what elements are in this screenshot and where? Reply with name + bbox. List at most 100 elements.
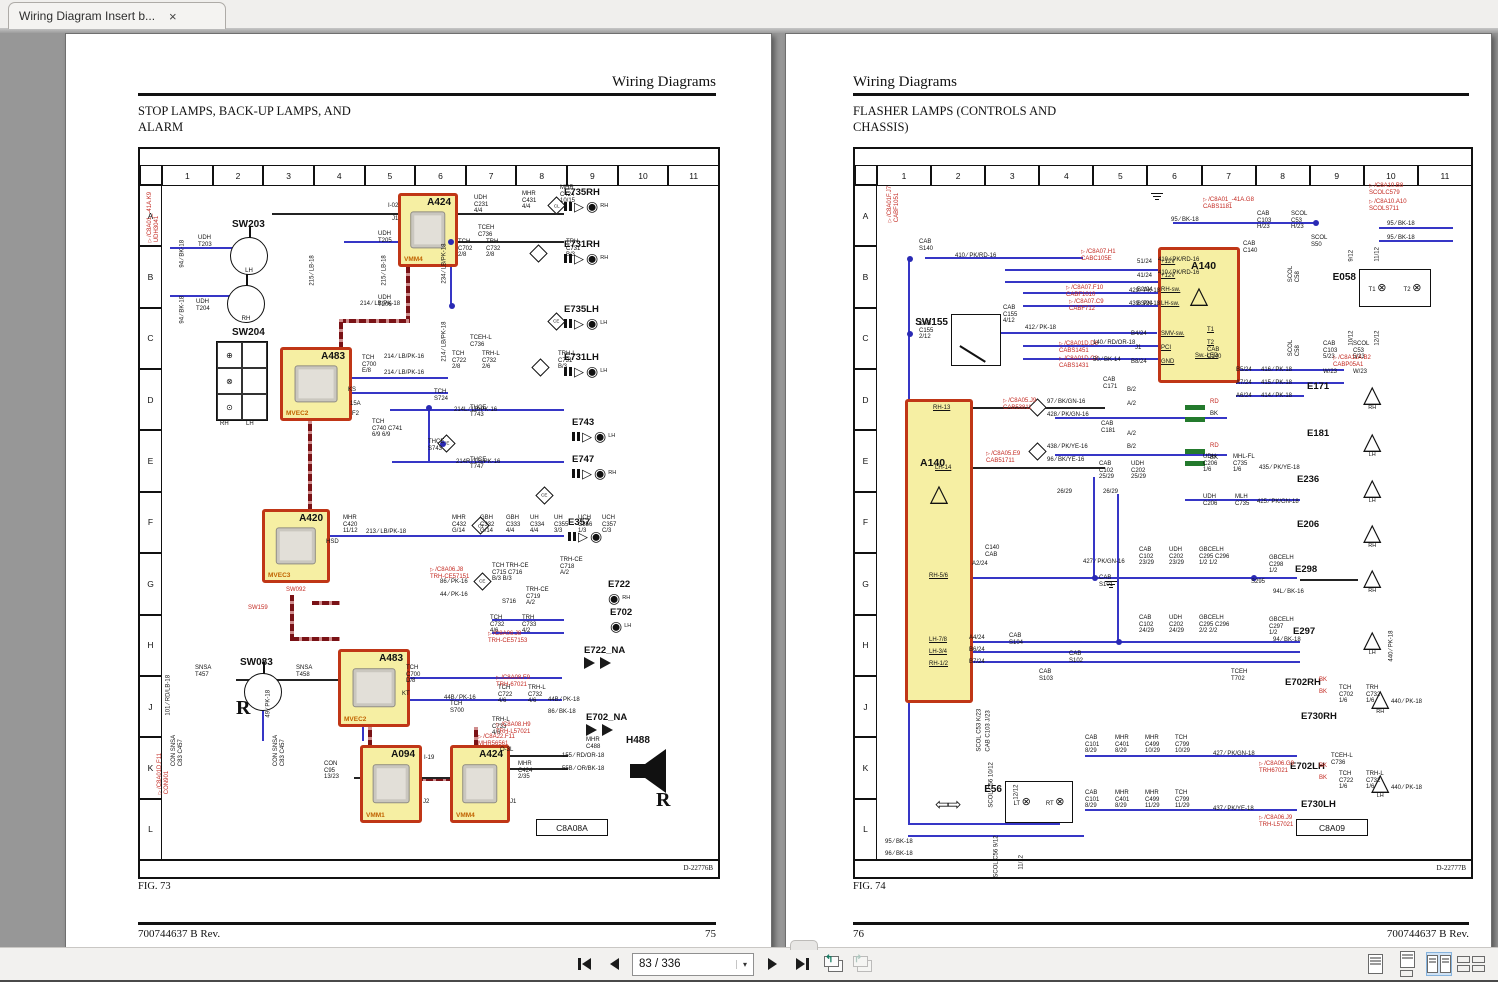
connector-label: MHR C488 xyxy=(586,737,600,750)
grid-col-label: 3 xyxy=(262,165,315,186)
ecu-label: A424 xyxy=(427,197,451,208)
previous-page-button[interactable] xyxy=(602,953,626,975)
ecu-sub-label: VMM4 xyxy=(456,812,475,819)
connector-label: TCH C700 E/8 xyxy=(362,355,376,375)
connector-label: A2/24 xyxy=(972,561,988,568)
connector-label: TRH-L C732 1/6 xyxy=(1366,771,1384,791)
wire-junction-dot xyxy=(907,331,913,337)
grid-row-label: B xyxy=(140,245,162,308)
tab-title: Wiring Diagram Insert b... xyxy=(19,9,155,23)
wire-junction-dot xyxy=(1116,639,1122,645)
switch-label: SW204 xyxy=(232,327,265,338)
red-ref-label: /C8A11A.B2 CABP05A1 xyxy=(1333,355,1371,368)
connector-label: UDH C202 25/29 xyxy=(1131,461,1146,481)
tab-close-icon[interactable]: × xyxy=(169,9,177,24)
wire-segment xyxy=(506,755,568,757)
lamp-side-label: RH xyxy=(1368,534,1376,558)
splice-diamond-icon: CE xyxy=(547,312,565,330)
ecu-label: A483 xyxy=(321,351,345,362)
ecu-label: A483 xyxy=(379,653,403,664)
connector-label: 51/24 xyxy=(1137,259,1152,266)
wire-segment xyxy=(1085,755,1297,757)
red-ref-label: /C8A08.F9 TRH-67021 xyxy=(496,675,530,688)
layout-two-page-continuous-button[interactable] xyxy=(1458,952,1484,976)
connector-label: A/2 xyxy=(1127,431,1136,438)
grid-row-label: C xyxy=(855,307,877,370)
grid-corner-cell xyxy=(140,165,163,186)
pdf-viewer-canvas[interactable]: Wiring Diagrams STOP LAMPS, BACK-UP LAMPS… xyxy=(0,28,1498,950)
toolbar-handle[interactable] xyxy=(790,940,818,950)
previous-view-button[interactable]: ↰ xyxy=(824,956,843,972)
connector-label: 440 ⁄ PK-18 xyxy=(1388,631,1395,662)
relay-coil-icon: LH xyxy=(230,237,268,275)
page-title: FLASHER LAMPS (CONTROLS AND CHASSIS) xyxy=(853,103,1056,135)
ground-icon xyxy=(1151,191,1163,200)
contact-cell xyxy=(242,342,267,368)
ecu-sub-label: MVEC2 xyxy=(286,410,308,417)
layout-single-page-button[interactable] xyxy=(1362,952,1388,976)
ecu-sub-label: MVEC2 xyxy=(344,716,366,723)
grid-row-label: E xyxy=(140,429,162,492)
ecu-pin-label: T1 xyxy=(1207,327,1214,334)
connector-label: 427 ⁄ PK/GN-18 xyxy=(1213,751,1255,758)
connector-label: 214 ⁄ LB/PK-18 xyxy=(360,301,400,308)
wire-segment xyxy=(308,415,312,511)
connector-label: BK xyxy=(1210,411,1218,418)
lamp-side-label: LH xyxy=(1369,641,1376,665)
connector-label: CAB C101 8/29 xyxy=(1085,790,1099,810)
connector-label: TCH C799 10/29 xyxy=(1175,735,1190,755)
connector-label: 96 ⁄ BK/YE-16 xyxy=(1047,457,1084,464)
connector-label: SNSA T458 xyxy=(296,665,312,678)
wire-segment xyxy=(967,661,1300,663)
red-ref-label: /C8A01_-41A.G8 CABS1181 xyxy=(1203,197,1254,210)
flasher-component: E236 xyxy=(1297,474,1319,485)
layout-two-page-button[interactable] xyxy=(1426,952,1452,976)
connector-label: 214 ⁄ LB/PK-16 xyxy=(384,370,424,377)
ecu-pin-label: T2 xyxy=(1207,340,1214,347)
connector-label: 95 ⁄ BK-18 xyxy=(1387,221,1415,228)
next-page-button[interactable] xyxy=(760,953,784,975)
chevron-down-icon[interactable]: ▾ xyxy=(736,960,747,969)
last-page-button[interactable] xyxy=(790,953,814,975)
connector-label: 11/12 xyxy=(1374,247,1381,262)
connector-label: 425 ⁄ PK/GN-18 xyxy=(1257,499,1299,506)
sheet-ref: C8A08A xyxy=(536,819,608,836)
connector-label: GBCELH C298 1/2 xyxy=(1269,555,1294,575)
connector-label: A/2 xyxy=(1127,401,1136,408)
layout-continuous-button[interactable] xyxy=(1394,952,1420,976)
connector-label: KT xyxy=(402,691,410,698)
connector-label: SCOL C53 H/23 xyxy=(1291,211,1307,231)
lamp-side-label: LH xyxy=(1369,489,1376,513)
page-title: STOP LAMPS, BACK-UP LAMPS, AND ALARM xyxy=(138,103,351,135)
connector-label: CAB C155 4/12 xyxy=(1003,305,1017,325)
connector-label: CAB S104 xyxy=(1009,633,1023,646)
connector-pin-icon xyxy=(572,432,575,441)
connector-label: MHR C420 11/12 xyxy=(343,515,358,535)
grid-col-label: 3 xyxy=(984,165,1040,186)
wire-segment xyxy=(925,257,1083,259)
wire-segment xyxy=(326,535,564,537)
connector-label: 213 ⁄ LB/PK-18 xyxy=(366,529,406,536)
connector-label: S716 xyxy=(502,599,516,606)
reflector-icon: ▷ xyxy=(574,317,584,330)
first-page-button[interactable] xyxy=(572,953,596,975)
page-header: Wiring Diagrams xyxy=(138,74,716,91)
bottom-toolbar: 83 / 336 ▾ ↰ ↱ xyxy=(0,947,1498,982)
next-view-button[interactable]: ↱ xyxy=(853,956,872,972)
wire-segment xyxy=(346,392,448,394)
connector-label: 94 ⁄ BK-18 xyxy=(179,296,186,324)
document-tab[interactable]: Wiring Diagram Insert b... × xyxy=(8,2,226,29)
grid-col-label: 9 xyxy=(566,165,619,186)
connector-label: A7/24 xyxy=(1236,380,1252,387)
connector-label: 234 ⁄ LB/PK-18 xyxy=(441,244,448,284)
splice-diamond-icon xyxy=(1028,442,1046,460)
connector-label: SCOL C56 10/12 xyxy=(988,762,995,807)
connector-label: F2 xyxy=(352,411,359,418)
wire-segment xyxy=(452,213,564,215)
page-number-input[interactable]: 83 / 336 ▾ xyxy=(632,953,754,976)
connector-label: CAB S103 xyxy=(1039,669,1053,682)
wire-segment xyxy=(967,651,1300,653)
bulb-icon: ◉ xyxy=(586,364,598,378)
connector-label: MHR C431 4/4 xyxy=(522,191,536,211)
connector-label: 410 ⁄ PK/RD-16 xyxy=(955,253,996,260)
